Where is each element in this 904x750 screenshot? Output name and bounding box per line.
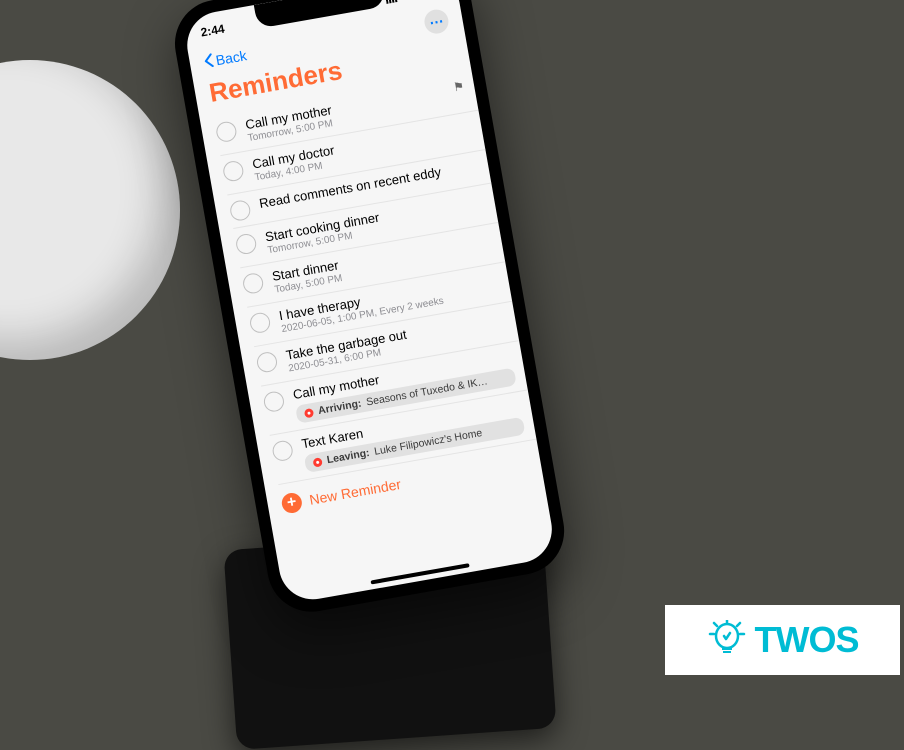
location-kind: Arriving:: [317, 398, 362, 417]
reminders-list: Call my motherTomorrow, 5:00 PM⚑Call my …: [200, 71, 537, 487]
lightbulb-icon: [707, 620, 747, 660]
back-label: Back: [214, 47, 247, 68]
chevron-left-icon: [203, 52, 216, 70]
status-time: 2:44: [200, 22, 226, 40]
complete-toggle[interactable]: [229, 199, 252, 222]
complete-toggle[interactable]: [255, 351, 278, 374]
ellipsis-icon: ⋯: [428, 12, 445, 31]
complete-toggle[interactable]: [215, 120, 238, 143]
wifi-icon: [402, 0, 418, 4]
more-button[interactable]: ⋯: [423, 8, 451, 36]
signal-icon: [385, 0, 401, 7]
complete-toggle[interactable]: [222, 160, 245, 183]
iphone-device: 2:44 Back ⋯: [168, 0, 571, 619]
phone-screen: 2:44 Back ⋯: [182, 0, 557, 605]
complete-toggle[interactable]: [235, 232, 258, 255]
keys-photo: [544, 0, 864, 320]
complete-toggle[interactable]: [271, 439, 294, 462]
twos-logo-text: TWOS: [755, 619, 859, 661]
complete-toggle[interactable]: [242, 272, 265, 295]
new-reminder-label: New Reminder: [308, 476, 402, 508]
back-button[interactable]: Back: [203, 47, 248, 71]
hat-photo: [0, 60, 180, 360]
location-icon: [312, 457, 322, 467]
flag-icon: ⚑: [452, 79, 465, 95]
home-indicator[interactable]: [370, 563, 469, 584]
location-kind: Leaving:: [326, 447, 371, 466]
twos-logo: TWOS: [665, 605, 900, 675]
location-icon: [304, 407, 314, 417]
complete-toggle[interactable]: [248, 311, 271, 334]
plus-icon: +: [280, 491, 303, 514]
battery-icon: [420, 0, 442, 1]
complete-toggle[interactable]: [262, 390, 285, 413]
